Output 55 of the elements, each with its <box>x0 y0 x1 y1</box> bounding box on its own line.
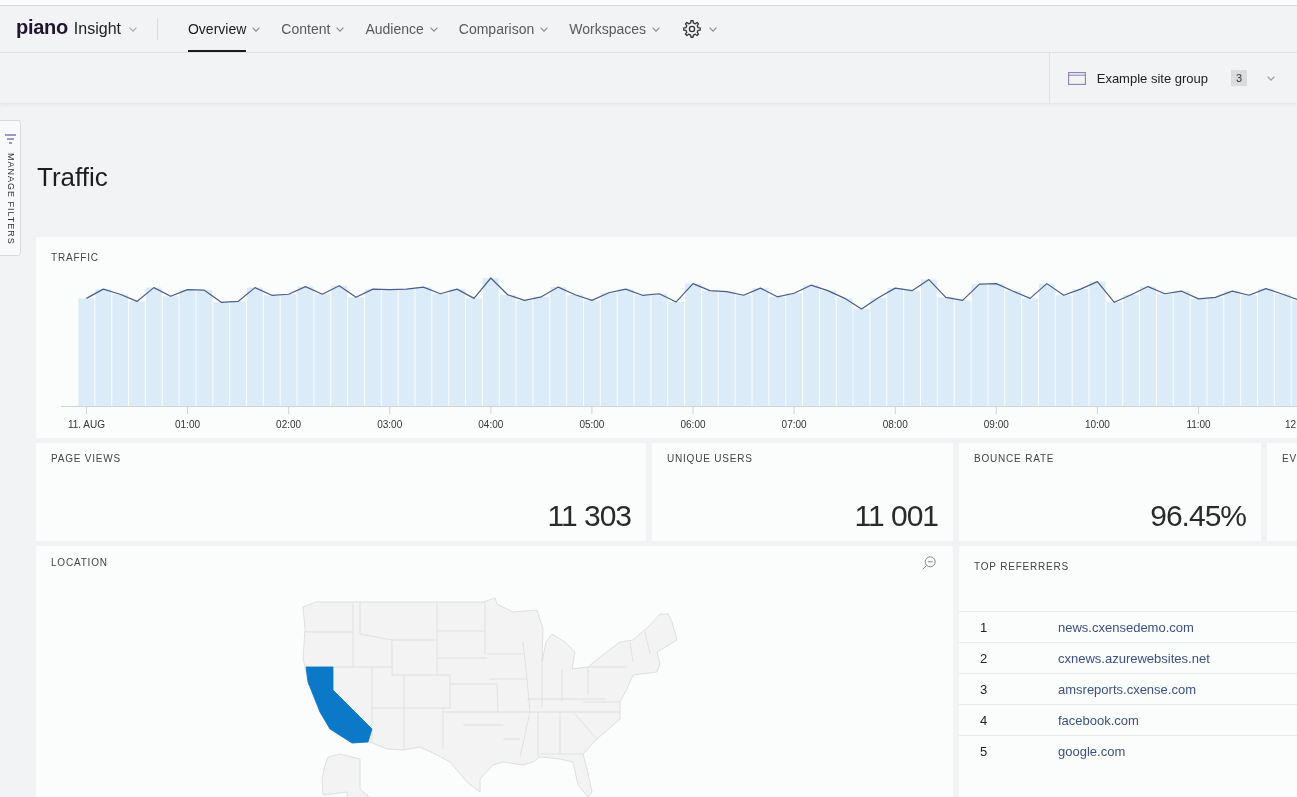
axis-label: 11. AUG <box>67 419 105 430</box>
nav-tab[interactable]: Content <box>281 6 345 52</box>
rank-number: 3 <box>979 681 989 697</box>
card-title: TRAFFIC <box>50 252 99 264</box>
referrer-link[interactable]: google.com <box>1058 743 1126 759</box>
site-group-selector[interactable]: Example site group 3 <box>1048 53 1297 103</box>
metric-label: EV <box>1282 453 1297 465</box>
window-icon <box>1067 71 1086 85</box>
axis-label: 12 <box>1284 419 1296 430</box>
metric-value: 96.45% <box>1150 499 1246 533</box>
nav-tab[interactable]: Comparison <box>458 6 549 52</box>
axis-label: 09:00 <box>983 419 1009 430</box>
axis-label: 07:00 <box>781 419 807 430</box>
axis-label: 01:00 <box>175 419 201 430</box>
metric-value: 11 303 <box>547 499 631 533</box>
axis-label: 02:00 <box>276 419 302 430</box>
caret-icon <box>540 26 549 32</box>
manage-filters-tab[interactable]: MANAGE FILTERS <box>0 120 21 256</box>
filter-icon <box>4 134 16 144</box>
referrer-link[interactable]: cxnews.azurewebsites.net <box>1058 650 1210 666</box>
card-title: TOP REFERRERS <box>973 561 1070 573</box>
nav-tab[interactable]: Workspaces <box>569 6 661 52</box>
page-title: Traffic <box>37 162 108 192</box>
axis-label: 03:00 <box>377 419 403 430</box>
axis-label: 08:00 <box>882 419 908 430</box>
metric-label: UNIQUE USERS <box>667 453 753 465</box>
caret-icon <box>429 26 438 32</box>
rank-number: 2 <box>979 650 989 666</box>
caret-icon <box>252 26 261 32</box>
caret-icon <box>336 26 345 32</box>
axis-label: 04:00 <box>478 419 504 430</box>
axis-label: 11:00 <box>1186 419 1211 430</box>
referrer-link[interactable]: amsreports.cxense.com <box>1058 681 1196 697</box>
metric-label: PAGE VIEWS <box>51 453 122 465</box>
zoom-out-icon[interactable] <box>922 556 936 570</box>
card-title: LOCATION <box>51 557 108 569</box>
axis-label: 05:00 <box>579 419 605 430</box>
caret-icon <box>1267 75 1275 81</box>
nav-tab[interactable]: Audience <box>365 6 438 52</box>
count-badge: 3 <box>1231 70 1247 86</box>
rank-number: 1 <box>979 619 989 635</box>
caret-icon <box>129 26 137 32</box>
piano-logo: piano <box>16 15 68 39</box>
settings-icon <box>683 20 702 38</box>
referrer-link[interactable]: facebook.com <box>1058 712 1139 728</box>
caret-icon <box>709 26 718 32</box>
axis-label: 10:00 <box>1084 419 1110 430</box>
metric-value: 11 001 <box>854 499 938 533</box>
caret-icon <box>652 26 661 32</box>
product-menu-button[interactable]: Insight <box>73 20 137 38</box>
referrer-link[interactable]: news.cxensedemo.com <box>1058 619 1194 635</box>
metric-label: BOUNCE RATE <box>974 453 1055 465</box>
rank-number: 4 <box>979 712 989 728</box>
axis-label: 06:00 <box>680 419 706 430</box>
rank-number: 5 <box>979 743 989 759</box>
